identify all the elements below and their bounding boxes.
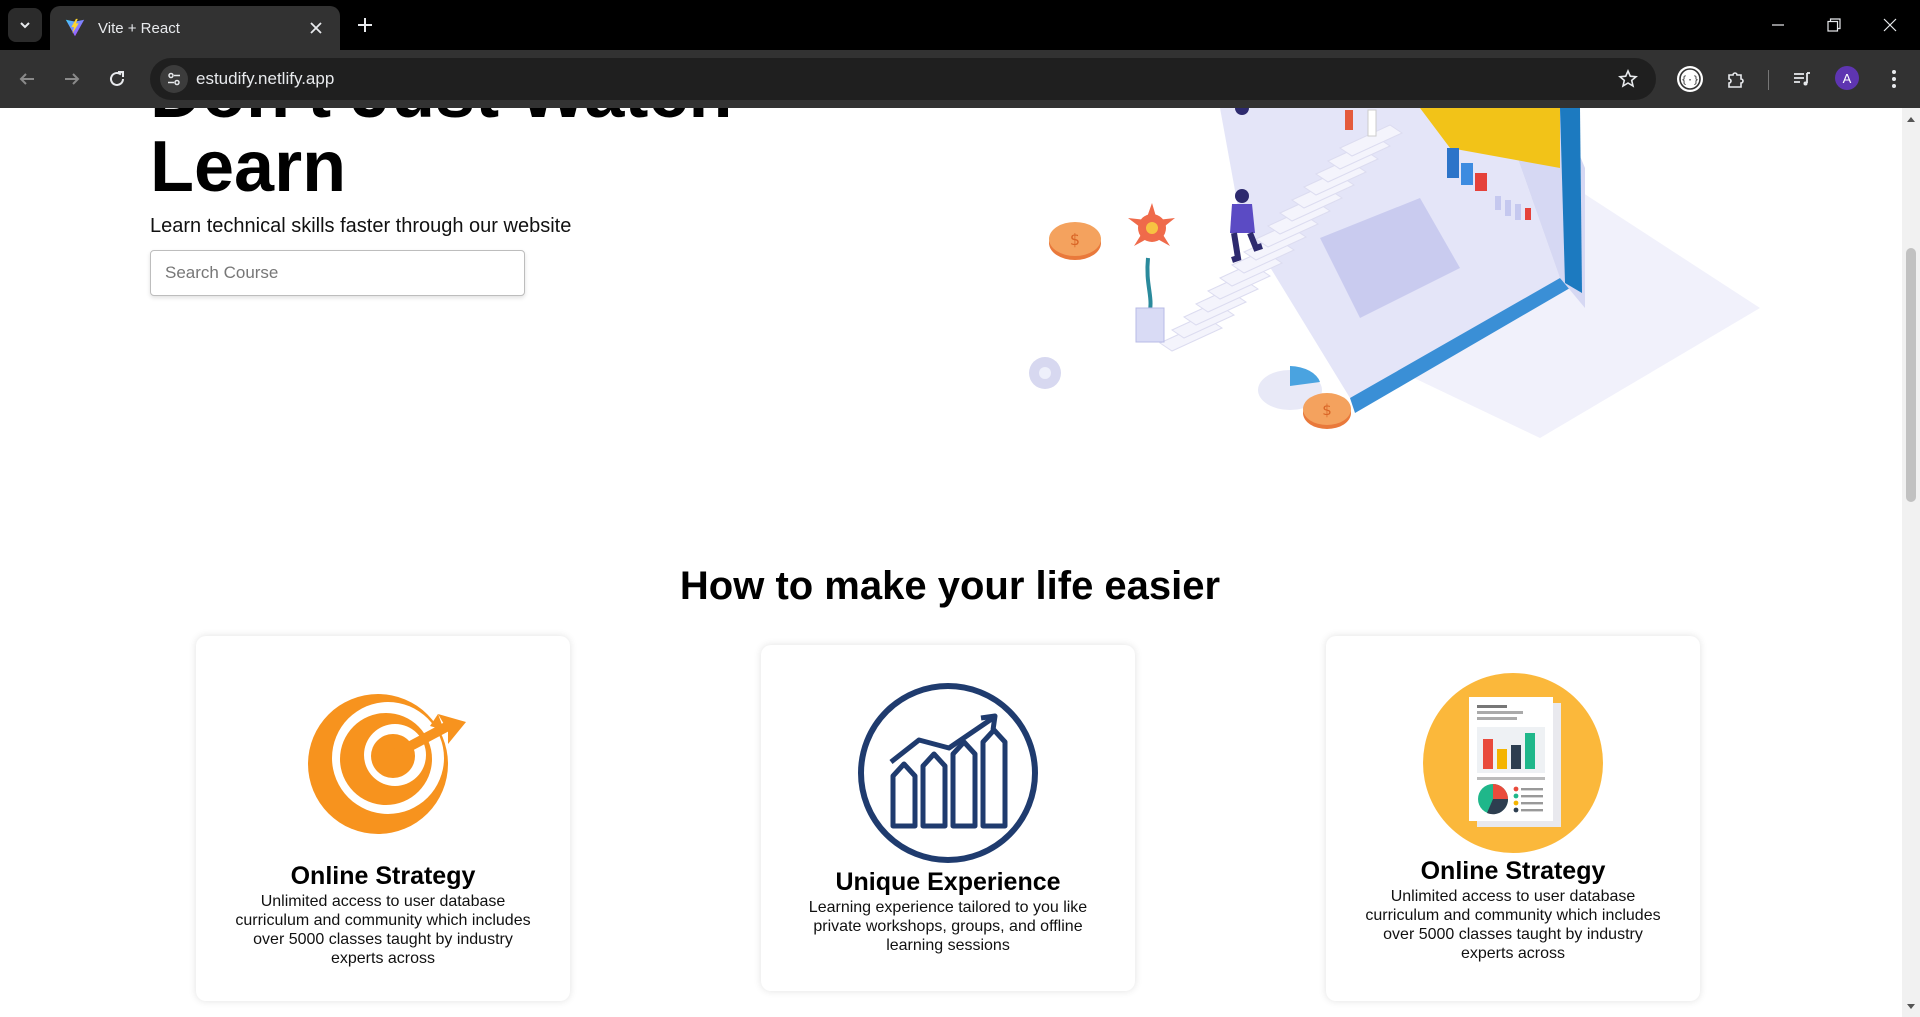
tune-icon [168,72,180,86]
browser-tabstrip: Vite + React [0,0,1920,50]
card-title: Online Strategy [1420,857,1606,885]
restore-button[interactable] [1806,0,1862,50]
feature-card: Online Strategy Unlimited access to user… [196,636,570,1001]
close-icon [1883,18,1897,32]
card-description: Learning experience tailored to you like… [808,899,1088,954]
chevron-down-icon [20,22,30,29]
tab-title: Vite + React [98,19,180,37]
scroll-down-icon[interactable] [1906,1002,1916,1012]
close-tab-icon[interactable] [304,16,328,40]
reload-button[interactable] [100,62,134,96]
arrow-left-icon [19,73,34,85]
extension-circle-icon: {·} [1677,66,1703,92]
plus-icon [358,18,372,32]
more-vert-icon [1892,70,1896,88]
extension-button[interactable]: {·} [1673,62,1707,96]
browser-menu-button[interactable] [1877,62,1911,96]
hero-subtitle: Learn technical skills faster through ou… [150,215,572,237]
restore-icon [1827,18,1841,32]
card-title: Unique Experience [835,868,1061,896]
new-tab-button[interactable] [352,12,378,38]
close-window-button[interactable] [1862,0,1918,50]
queue-music-icon [1794,72,1810,86]
bookmark-star-icon[interactable] [1616,67,1640,91]
site-info-button[interactable] [160,65,188,93]
target-arrow-icon [308,694,466,834]
feature-card: Unique Experience Learning experience ta… [761,645,1135,991]
arrow-right-icon [65,73,80,85]
forward-button[interactable] [55,62,89,96]
card-description: Unlimited access to user database curric… [1365,888,1661,962]
reload-icon [110,71,124,86]
minimize-icon [1772,24,1784,26]
tab-search-button[interactable] [8,8,42,42]
back-button[interactable] [10,62,44,96]
search-course-input[interactable] [150,250,525,296]
scrollbar-thumb[interactable] [1906,248,1916,502]
hero-illustration: $ $ [1029,108,1760,438]
vite-logo-icon [65,18,85,37]
growth-chart-icon [858,683,1038,863]
media-controls-button[interactable] [1785,62,1819,96]
svg-text:$: $ [1322,401,1332,419]
browser-tab[interactable]: Vite + React [50,6,340,50]
url-text: estudify.netlify.app [196,69,335,88]
feature-card: Online Strategy Unlimited access to user… [1326,636,1700,1001]
page-scrollbar[interactable] [1902,108,1920,1017]
svg-text:$: $ [1070,230,1080,249]
report-document-icon [1423,673,1603,853]
card-description: Unlimited access to user database curric… [235,893,531,967]
toolbar-divider [1768,70,1769,90]
profile-avatar[interactable]: A [1835,66,1859,90]
scroll-up-icon[interactable] [1906,114,1916,124]
hero-title: Don't Just Watch Learn [150,108,910,204]
puzzle-icon [1728,72,1744,88]
browser-toolbar: estudify.netlify.app {·} [0,50,1920,108]
hero-title-line2: Learn [150,127,347,207]
card-title: Online Strategy [290,862,476,890]
extensions-menu-button[interactable] [1719,62,1753,96]
svg-text:{·}: {·} [1681,75,1699,86]
features-heading: How to make your life easier [679,564,1221,608]
address-bar[interactable]: estudify.netlify.app [150,58,1656,100]
minimize-button[interactable] [1750,0,1806,50]
page-viewport: Don't Just Watch Learn Learn technical s… [0,108,1902,1017]
